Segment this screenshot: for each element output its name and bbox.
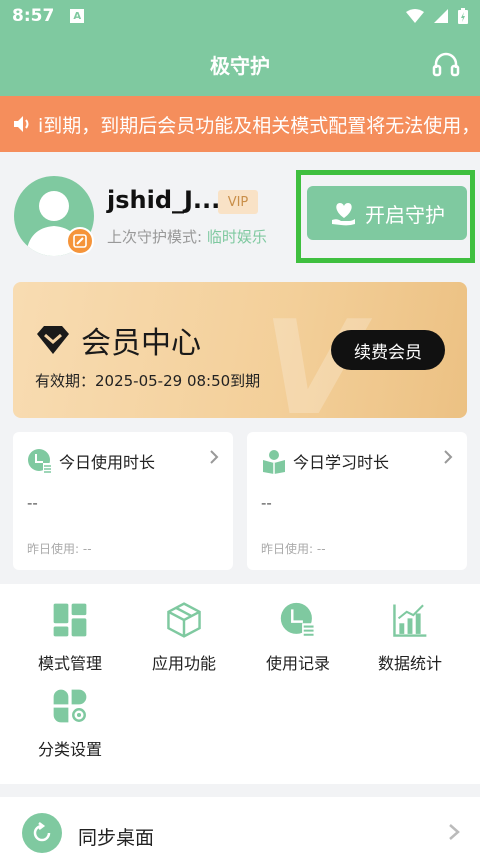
app-bar: 极守护 [0,32,480,96]
headset-icon[interactable] [432,50,460,78]
stat-header: 今日学习时长 [261,448,389,474]
grid-label: 使用记录 [265,654,330,673]
feature-grid: 模式管理 应用功能 使用记录 数据统计 分类设置 [0,584,480,784]
stat-value: -- [27,494,38,512]
last-mode-value: 临时娱乐 [206,228,267,246]
mode-grid-icon [53,603,87,637]
battery-icon [458,8,468,24]
pencil-icon [73,234,87,248]
status-bar: 8:57 A [0,0,480,32]
grid-item-app-functions[interactable]: 应用功能 [124,584,244,674]
start-guard-button[interactable]: 开启守护 [307,186,467,240]
username: jshid_J... [107,186,221,214]
renew-membership-button[interactable]: 续费会员 [331,330,445,370]
grid-label: 应用功能 [151,654,216,673]
stat-header: 今日使用时长 [27,448,155,474]
last-mode-line: 上次守护模式: 临时娱乐 [107,226,267,247]
edit-avatar-button[interactable] [66,227,94,255]
heart-hand-icon [332,203,355,226]
stat-title: 今日使用时长 [59,453,156,472]
today-usage-card[interactable]: 今日使用时长 -- 昨日使用: -- [13,432,233,570]
speaker-icon [14,116,29,132]
chevron-right-icon [444,450,453,464]
stat-yesterday: 昨日使用: -- [261,542,326,556]
stat-title: 今日学习时长 [293,453,390,472]
category-settings-icon [53,689,87,723]
bar-chart-icon [393,604,427,637]
member-expiry: 有效期：2025-05-29 08:50到期 [35,372,261,390]
stat-yesterday: 昨日使用: -- [27,542,92,556]
wifi-icon [406,9,424,23]
grid-item-usage-record[interactable]: 使用记录 [238,584,358,674]
status-time: 8:57 [12,6,55,26]
member-title: 会员中心 [81,326,201,361]
sync-desktop-row[interactable]: 同步桌面 [0,797,480,853]
chevron-right-icon [449,824,460,840]
app-title: 极守护 [210,53,270,78]
sync-icon [22,813,62,853]
stat-value: -- [261,494,272,512]
notice-text: i到期，到期后会员功能及相关模式配置将无法使用， [38,114,480,137]
member-title-row: 会员中心 [35,318,201,362]
grid-label: 数据统计 [377,654,442,673]
grid-item-mode-management[interactable]: 模式管理 [10,584,130,674]
signal-icon [434,9,448,23]
vip-tag: VIP [218,190,258,214]
grid-item-data-statistics[interactable]: 数据统计 [350,584,470,674]
member-center-card[interactable]: V 会员中心 有效期：2025-05-29 08:50到期 续费会员 [13,282,467,418]
diamond-icon [37,326,69,354]
clock-list-icon [28,449,52,473]
usage-record-icon [280,602,316,638]
grid-item-category-settings[interactable]: 分类设置 [10,670,130,760]
refresh-icon [33,822,51,842]
expiry-notice-banner[interactable]: i到期，到期后会员功能及相关模式配置将无法使用， [0,96,480,152]
sync-desktop-label: 同步桌面 [78,827,155,849]
reading-icon [263,450,285,474]
chevron-right-icon [210,450,219,464]
notification-a-icon: A [70,9,85,23]
app-box-icon [167,602,201,638]
grid-label: 分类设置 [37,740,102,759]
today-study-card[interactable]: 今日学习时长 -- 昨日使用: -- [247,432,467,570]
start-guard-label: 开启守护 [365,202,445,227]
last-mode-label: 上次守护模式: [107,228,207,246]
